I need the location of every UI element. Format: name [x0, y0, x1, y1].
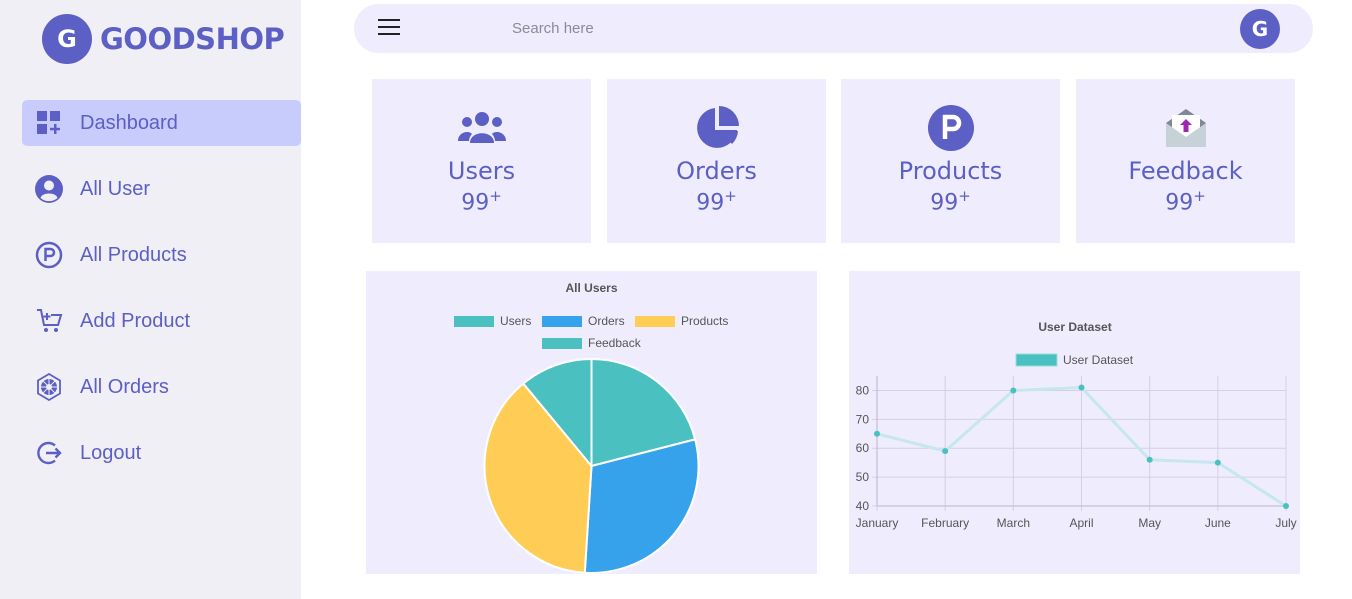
card-count: 99+ [696, 187, 737, 216]
cart-add-icon [34, 306, 64, 336]
menu-icon[interactable] [378, 19, 400, 37]
sidebar-item-dashboard[interactable]: Dashboard [22, 100, 301, 146]
data-point[interactable] [1283, 503, 1289, 509]
product-p-icon [927, 105, 975, 151]
product-p-icon [34, 240, 64, 270]
data-point[interactable] [1214, 459, 1221, 466]
logout-icon [34, 438, 64, 468]
y-tick-label: 50 [856, 470, 870, 484]
legend-label[interactable]: Users [500, 314, 531, 328]
legend-swatch[interactable] [1015, 353, 1058, 367]
card-title: Orders [676, 157, 757, 185]
card-title: Products [898, 157, 1003, 185]
sidebar-item-all-user[interactable]: All User [22, 166, 301, 212]
card-title: Feedback [1128, 157, 1243, 185]
logo-badge: G [42, 14, 92, 64]
sidebar-item-label: Add Product [80, 309, 191, 332]
sidebar-item-label: All User [80, 177, 151, 200]
data-point[interactable] [1078, 384, 1085, 391]
sidebar-item-label: All Products [80, 243, 187, 266]
x-tick-label: February [921, 516, 969, 530]
legend-label[interactable]: Orders [588, 314, 625, 328]
x-tick-label: June [1205, 516, 1231, 530]
card-count: 99+ [930, 187, 971, 216]
search-input[interactable] [512, 14, 1012, 43]
y-tick-label: 70 [856, 412, 870, 426]
data-point[interactable] [942, 448, 949, 455]
dashboard-icon [34, 108, 64, 138]
avatar[interactable]: G [1240, 9, 1280, 49]
chart-title: User Dataset [1038, 320, 1111, 334]
sidebar-item-label: All Orders [80, 375, 169, 398]
sidebar-item-add-product[interactable]: Add Product [22, 298, 301, 344]
stat-card-users[interactable]: Users 99+ [372, 79, 591, 243]
data-point[interactable] [1146, 456, 1153, 463]
orders-emblem-icon [34, 372, 64, 402]
line-chart: User Dataset User Dataset 40 50 60 70 80 Janu… [856, 320, 1297, 530]
legend-swatch[interactable] [542, 316, 582, 327]
stat-card-orders[interactable]: Orders 99+ [607, 79, 826, 243]
legend-swatch[interactable] [454, 316, 494, 327]
y-tick-label: 40 [856, 499, 870, 513]
users-group-icon [457, 105, 507, 151]
sidebar-nav: Dashboard All User All Products Add Prod… [22, 100, 301, 496]
pie-chart: All Users Users Orders Products Feedback [454, 281, 728, 574]
x-tick-label: July [1275, 516, 1296, 530]
legend-label[interactable]: Products [681, 314, 728, 328]
legend-label[interactable]: Feedback [588, 336, 642, 350]
sidebar-item-logout[interactable]: Logout [22, 430, 301, 476]
card-title: Users [447, 157, 516, 185]
sidebar-item-all-orders[interactable]: All Orders [22, 364, 301, 410]
mail-upload-icon [1164, 105, 1208, 151]
card-count: 99+ [461, 187, 502, 216]
stat-card-feedback[interactable]: Feedback 99+ [1076, 79, 1295, 243]
x-tick-label: May [1138, 516, 1161, 530]
user-circle-icon [34, 174, 64, 204]
sidebar-item-all-products[interactable]: All Products [22, 232, 301, 278]
data-point[interactable] [1010, 387, 1017, 394]
legend-swatch[interactable] [542, 338, 582, 349]
all-users-chart-panel: All Users Users Orders Products Feedback [366, 271, 817, 574]
y-tick-label: 80 [856, 383, 870, 397]
pie-chart-icon [693, 105, 741, 151]
legend-label[interactable]: User Dataset [1063, 353, 1134, 367]
legend-swatch[interactable] [635, 316, 675, 327]
y-tick-label: 60 [856, 441, 870, 455]
sidebar-item-label: Logout [80, 441, 142, 464]
topbar: G [354, 4, 1313, 53]
x-tick-label: January [856, 516, 899, 530]
user-dataset-chart-panel: User Dataset User Dataset 40 50 60 70 80 Janu… [849, 271, 1300, 574]
card-count: 99+ [1165, 187, 1206, 216]
data-point[interactable] [874, 430, 880, 437]
x-tick-label: April [1069, 516, 1093, 530]
sidebar: G GOODSHOP Dashboard All User All Produc… [0, 0, 301, 599]
stat-card-products[interactable]: Products 99+ [841, 79, 1060, 243]
sidebar-item-label: Dashboard [80, 111, 178, 134]
brand-name: GOODSHOP [100, 22, 285, 56]
chart-title: All Users [565, 281, 617, 295]
x-tick-label: March [997, 516, 1030, 530]
brand-logo[interactable]: G GOODSHOP [42, 14, 285, 64]
